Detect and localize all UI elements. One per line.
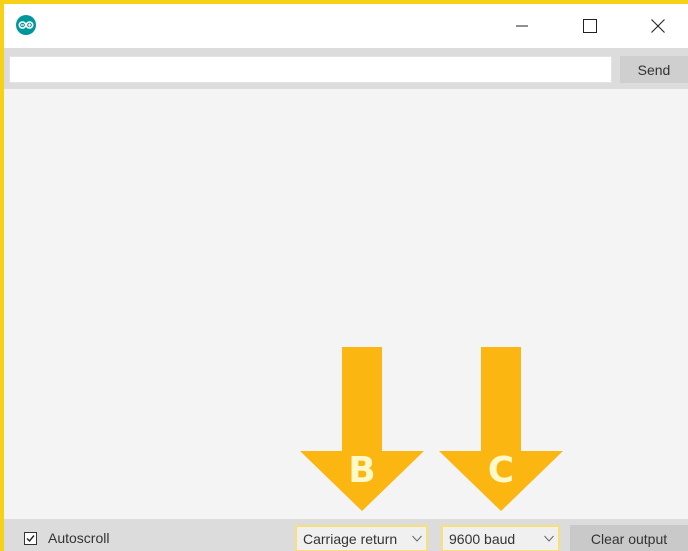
send-input[interactable] [9,56,612,83]
clear-output-button[interactable]: Clear output [570,525,688,551]
minimize-icon [516,25,528,27]
send-button[interactable]: Send [620,56,688,83]
chevron-down-icon [544,535,554,542]
maximize-icon [583,19,597,33]
send-row: Send [4,48,688,89]
chevron-down-icon [412,535,422,542]
bottom-bar: Autoscroll Carriage return 9600 baud Cle… [4,519,688,551]
autoscroll-label: Autoscroll [48,530,110,546]
checkmark-icon [26,535,35,543]
arrow-b-label: B [348,450,376,491]
minimize-button[interactable] [500,10,544,42]
clear-output-label: Clear output [590,530,668,547]
send-button-label: Send [637,61,671,78]
line-ending-select[interactable]: Carriage return [295,525,428,551]
arduino-icon [16,15,36,35]
baud-rate-select[interactable]: 9600 baud [441,525,560,551]
arrow-c-label: C [487,450,515,491]
maximize-button[interactable] [568,10,612,42]
close-icon [651,19,665,33]
line-ending-value: Carriage return [303,531,398,547]
serial-monitor-window: Send B C Autoscroll Carriage return 9600… [0,0,688,551]
close-button[interactable] [636,10,680,42]
baud-rate-value: 9600 baud [449,531,516,547]
autoscroll-checkbox[interactable] [24,532,37,545]
title-bar [4,4,688,48]
